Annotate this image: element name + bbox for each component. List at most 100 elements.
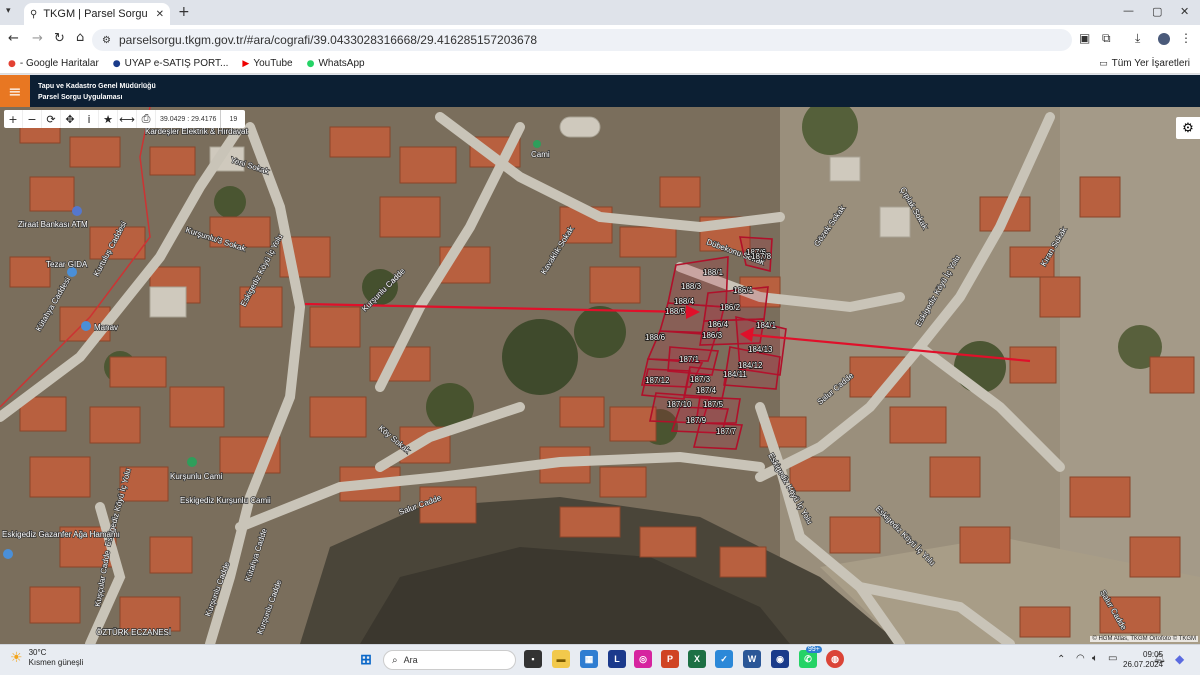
new-tab-icon[interactable]: + (178, 4, 190, 20)
zoom-out-icon[interactable]: − (23, 110, 42, 128)
profile-avatar[interactable] (1158, 33, 1170, 45)
back-icon[interactable]: ← (8, 31, 19, 46)
satellite-map[interactable]: Yeni Sokak Kurşunlu/3 Sokak Kurtuluş Cad… (0, 107, 1200, 644)
parcel-label: 186/4 (708, 320, 729, 329)
org-title: Tapu ve Kadastro Genel Müdürlüğü Parsel … (38, 83, 156, 101)
parcel-label: 187/5 (703, 400, 724, 409)
maximize-icon[interactable]: ▢ (1152, 5, 1162, 18)
windows-taskbar (0, 644, 1200, 675)
poi-label: Kurşunlu Cami (170, 472, 223, 481)
search-placeholder: Ara (403, 655, 418, 665)
parcel-label: 187/7 (716, 427, 737, 436)
notification-bell-icon[interactable]: 🔔︎ (1153, 653, 1166, 664)
weather-widget[interactable]: ☀ 30°C Kısmen güneşli (10, 648, 83, 668)
uyap-icon: ● (112, 58, 121, 69)
download-icon[interactable]: ⤓ (1135, 31, 1140, 46)
locate-icon[interactable]: ✥ (61, 110, 80, 128)
parcel-label: 187/10 (667, 400, 692, 409)
start-icon[interactable]: ⊞ (357, 650, 375, 668)
puzzle-icon[interactable]: ⧉ (1102, 31, 1111, 46)
bookmarks-bar: ● - Google Haritalar ● UYAP e-SATIŞ PORT..… (0, 54, 1200, 74)
address-bar[interactable]: ⚙ parselsorgu.tkgm.gov.tr/#ara/cografi/3… (92, 29, 1072, 51)
parcel-label: 187/12 (645, 376, 670, 385)
poi-label: Eskigediz Kurşunlu Camii (180, 496, 271, 505)
info-icon[interactable]: i (80, 110, 99, 128)
parcel-label: 184/12 (738, 361, 763, 370)
todo-icon[interactable]: ✓ (715, 650, 733, 668)
measure-icon[interactable]: ⟷ (118, 110, 137, 128)
poi-label: Manav (94, 323, 118, 332)
url-text[interactable]: parselsorgu.tkgm.gov.tr/#ara/cografi/39.… (119, 33, 537, 47)
parcel-label: 186/3 (702, 331, 723, 340)
mosque-icon[interactable] (187, 457, 197, 467)
extension-icon[interactable]: ▣ (1079, 31, 1090, 45)
wifi-icon[interactable]: ◠ (1076, 653, 1085, 664)
bookmark-google-maps[interactable]: ● - Google Haritalar (8, 58, 99, 69)
bookmark-youtube[interactable]: ▶ YouTube (242, 58, 292, 69)
chevron-up-icon[interactable]: ⌃ (1057, 654, 1065, 665)
file-explorer-icon[interactable]: ▬ (552, 650, 570, 668)
task-view-icon[interactable]: ▪ (524, 650, 542, 668)
parcel-label: 184/11 (723, 370, 747, 379)
home-icon[interactable]: ⌂ (76, 30, 84, 45)
map-attribution: © HGM Atlas, TKGM Ortofoto © TKGM (1090, 636, 1198, 642)
app-l-icon[interactable]: L (608, 650, 626, 668)
store-icon[interactable]: ▦ (580, 650, 598, 668)
parcel-label: 188/5 (665, 307, 686, 316)
app-globe-icon[interactable]: ◉ (771, 650, 789, 668)
parcel-label: 187/1 (679, 355, 700, 364)
tab-title: TKGM | Parsel Sorgu Uygulamas (43, 8, 149, 20)
copilot-icon[interactable]: ◆ (1175, 652, 1184, 666)
weather-status: Kısmen güneşli (28, 658, 84, 667)
parcel-label: 187/9 (686, 416, 707, 425)
volume-icon[interactable]: 🔈︎ (1092, 653, 1098, 664)
temperature: 30°C (28, 648, 47, 657)
tab-list-icon[interactable]: ▾ (6, 6, 11, 16)
parcel-label: 188/1 (703, 268, 724, 277)
parcel-label: 186/2 (720, 303, 741, 312)
parcel-label: 188/6 (645, 333, 666, 342)
grocery-icon[interactable] (81, 321, 91, 331)
zoom-in-icon[interactable]: + (4, 110, 23, 128)
site-settings-icon[interactable]: ⚙ (102, 35, 111, 46)
minimize-icon[interactable]: — (1123, 4, 1134, 17)
bookmark-uyap[interactable]: ● UYAP e-SATIŞ PORT... (113, 58, 229, 69)
settings-gear-icon[interactable]: ⚙ (1176, 117, 1200, 139)
hammam-icon[interactable] (3, 549, 13, 559)
whatsapp-icon: ● (306, 58, 315, 69)
bookmark-whatsapp[interactable]: ● WhatsApp (307, 58, 365, 69)
print-icon[interactable]: ⎙ (137, 110, 156, 128)
instagram-icon[interactable]: ◎ (634, 650, 652, 668)
close-window-icon[interactable]: ✕ (1180, 5, 1189, 18)
word-icon[interactable]: W (743, 650, 761, 668)
poi-label: Cami (531, 150, 550, 159)
maps-pin-icon: ● (8, 58, 16, 69)
menu-dots-icon[interactable]: ⋮ (1180, 31, 1192, 45)
mosque-icon[interactable] (533, 140, 541, 148)
notification-badge: 99+ (806, 646, 822, 653)
taskbar-search[interactable]: ⌕ Ara (383, 650, 516, 670)
browser-tab[interactable]: ⚲ TKGM | Parsel Sorgu Uygulamas ✕ (24, 3, 170, 25)
chrome-icon[interactable]: ◍ (826, 650, 844, 668)
parcel-label: 184/13 (748, 345, 773, 354)
all-bookmarks[interactable]: ▭ Tüm Yer İşaretleri (1099, 58, 1190, 69)
powerpoint-icon[interactable]: P (661, 650, 679, 668)
hamburger-menu-icon[interactable]: ≡ (0, 75, 30, 107)
coordinate-display[interactable]: 39.0429 : 29.4176 (156, 110, 222, 128)
reload-icon[interactable]: ↻ (54, 31, 65, 46)
favorite-icon[interactable]: ★ (99, 110, 118, 128)
parcel-label: 188/3 (681, 282, 702, 291)
parcel-label: 184/1 (756, 321, 777, 330)
atm-icon[interactable] (72, 206, 82, 216)
search-icon: ⌕ (392, 654, 398, 666)
battery-icon[interactable]: ▭ (1108, 653, 1117, 664)
zoom-level[interactable]: 19 (221, 110, 245, 128)
parcel-label: 187/3 (690, 375, 711, 384)
location-pin-icon: ⚲ (30, 8, 38, 20)
refresh-icon[interactable]: ⟳ (42, 110, 61, 128)
map-toolbar: + − ⟳ ✥ i ★ ⟷ ⎙ 39.0429 : 29.4176 19 (4, 110, 246, 128)
map-canvas[interactable]: Yeni Sokak Kurşunlu/3 Sokak Kurtuluş Cad… (0, 107, 1200, 644)
forward-icon[interactable]: → (32, 31, 43, 46)
excel-icon[interactable]: X (688, 650, 706, 668)
close-tab-icon[interactable]: ✕ (156, 9, 164, 20)
